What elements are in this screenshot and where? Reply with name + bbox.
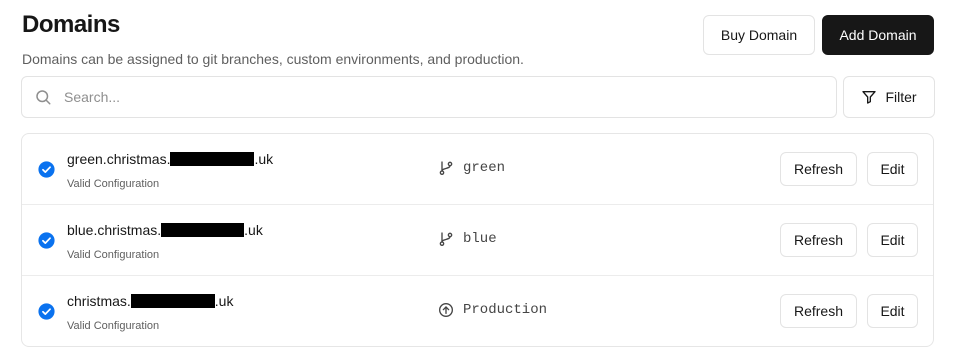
refresh-button[interactable]: Refresh [780,152,857,186]
refresh-button[interactable]: Refresh [780,223,857,257]
filter-label: Filter [885,89,917,105]
edit-button[interactable]: Edit [867,152,918,186]
branch-link[interactable]: Production [438,302,547,318]
edit-button[interactable]: Edit [867,294,918,328]
status-text: Valid Configuration [67,320,160,332]
check-circle-icon [38,161,55,178]
check-circle-icon [38,303,55,320]
add-domain-button[interactable]: Add Domain [822,15,934,55]
filter-button[interactable]: Filter [843,76,935,118]
page-header: Domains Domains can be assigned to git b… [22,11,524,67]
check-circle-icon [38,232,55,249]
domain-name[interactable]: christmas. .uk [67,293,233,309]
domain-row: blue.christmas. .uk Valid Configuration b… [22,205,933,276]
branch-name: blue [463,231,497,247]
git-branch-icon [439,161,453,175]
domain-name[interactable]: blue.christmas. .uk [67,222,263,238]
status-text: Valid Configuration [67,178,160,190]
status-text: Valid Configuration [67,249,160,261]
domain-list: green.christmas. .uk Valid Configuration … [21,133,934,347]
redacted-block [161,223,245,237]
search-input[interactable] [64,89,804,105]
filter-icon [862,91,877,104]
domain-suffix: .uk [254,151,274,167]
branch-name: Production [463,302,548,318]
edit-button[interactable]: Edit [867,223,918,257]
page-title: Domains [22,11,120,38]
domain-suffix: .uk [244,222,263,238]
domain-row: green.christmas. .uk Valid Configuration … [22,134,933,205]
domain-suffix: .uk [214,293,234,309]
branch-link[interactable]: blue [438,231,497,247]
production-arrow-up-icon [439,303,453,317]
domain-prefix: green.christmas. [67,151,171,167]
search-icon [36,90,51,105]
refresh-button[interactable]: Refresh [780,294,857,328]
page-subtitle: Domains can be assigned to git branches,… [22,51,524,67]
git-branch-icon [439,232,453,246]
domain-prefix: blue.christmas. [67,222,162,238]
buy-domain-button[interactable]: Buy Domain [703,15,815,55]
redacted-block [170,152,255,166]
branch-name: green [463,160,506,176]
branch-link[interactable]: green [438,160,505,176]
domain-name[interactable]: green.christmas. .uk [67,151,273,167]
domain-prefix: christmas. [67,293,131,309]
redacted-block [130,294,215,308]
domain-row: christmas. .uk Valid Configuration Produc… [22,276,933,346]
search-box[interactable] [21,76,837,118]
